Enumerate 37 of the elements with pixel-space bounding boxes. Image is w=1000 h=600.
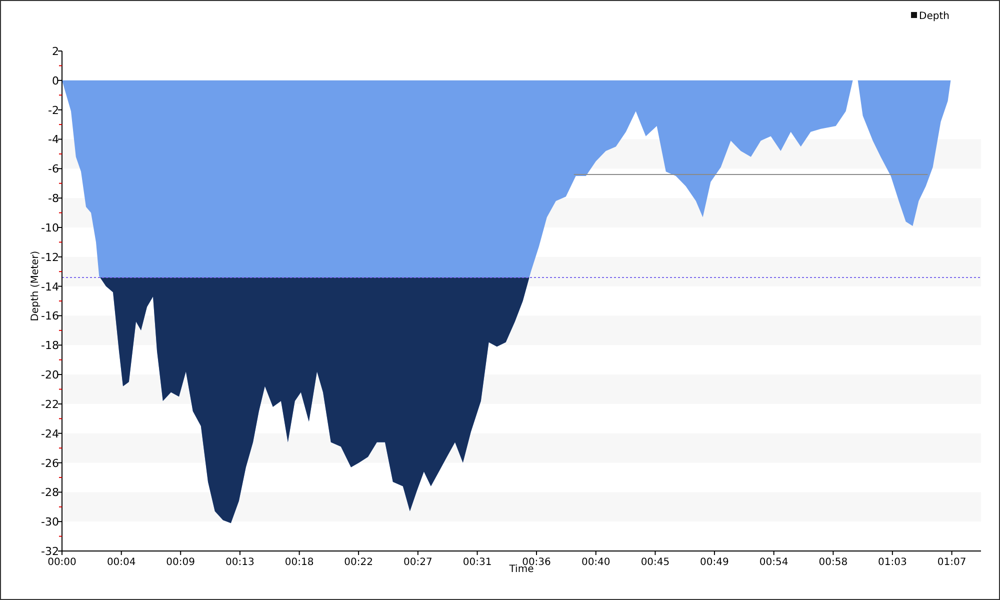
- x-tick-label: 00:49: [700, 557, 729, 568]
- y-tick-label: -14: [41, 280, 59, 294]
- y-tick-label: -16: [41, 310, 59, 323]
- y-tick-label: -2: [48, 104, 59, 117]
- x-tick-label: 01:03: [878, 557, 907, 568]
- y-tick-label: -4: [48, 133, 59, 146]
- y-tick-label: -18: [41, 339, 59, 352]
- legend-swatch: [911, 12, 917, 18]
- x-tick-label: 00:40: [581, 557, 610, 568]
- y-tick-label: 2: [52, 45, 59, 58]
- x-tick-label: 00:04: [106, 557, 136, 568]
- x-tick-label: 00:22: [344, 557, 373, 568]
- y-tick-label: -8: [48, 192, 59, 206]
- x-tick-label: 00:58: [818, 557, 848, 568]
- y-tick-label: -30: [41, 516, 59, 529]
- x-tick-label: 00:45: [640, 557, 670, 568]
- x-tick-label: 00:18: [284, 557, 314, 568]
- y-tick-label: -6: [48, 162, 59, 176]
- y-axis-title: Depth (Meter): [30, 250, 41, 322]
- y-tick-label: -22: [41, 398, 59, 411]
- x-axis-title: Time: [509, 564, 534, 575]
- x-tick-label: 00:31: [462, 557, 492, 568]
- y-tick-label: -12: [41, 250, 59, 264]
- y-tick-label: -20: [41, 368, 59, 382]
- y-tick-label: -24: [41, 427, 59, 440]
- x-tick-label: 00:09: [166, 557, 195, 568]
- y-tick-label: -10: [41, 221, 59, 234]
- x-tick-label: 00:27: [404, 557, 432, 568]
- y-tick-label: 0: [52, 74, 59, 88]
- x-tick-label: 00:54: [759, 557, 788, 568]
- y-tick-label: -32: [41, 545, 59, 558]
- legend-label: Depth: [919, 11, 950, 22]
- y-tick-label: -28: [41, 486, 59, 500]
- x-tick-label: 00:13: [226, 557, 254, 568]
- x-tick-label: 00:00: [48, 557, 76, 568]
- x-tick-label: 01:07: [937, 557, 966, 568]
- y-tick-label: -26: [41, 456, 59, 470]
